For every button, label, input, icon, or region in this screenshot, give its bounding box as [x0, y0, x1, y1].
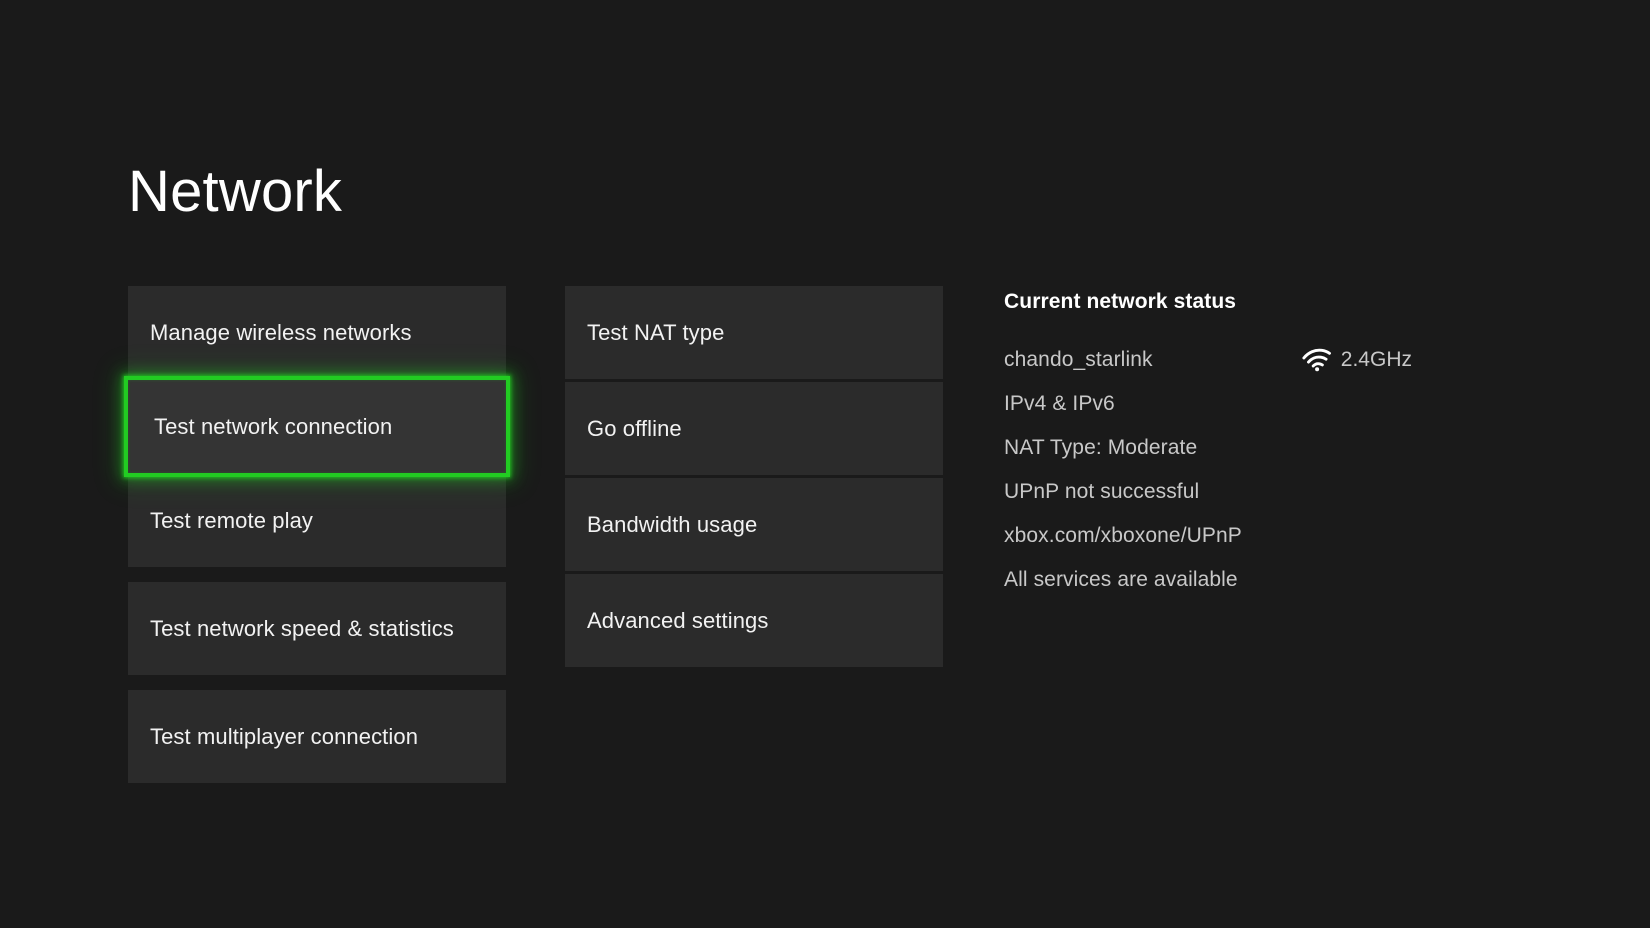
wifi-band-label: 2.4GHz: [1341, 348, 1412, 372]
wifi-band-block: 2.4GHz: [1302, 348, 1424, 372]
status-row-services: All services are available: [1004, 558, 1424, 602]
status-row-network-name: chando_starlink 2.4GHz: [1004, 338, 1424, 382]
menu-item-label: Go offline: [587, 416, 682, 442]
menu-group-divider: [128, 676, 506, 690]
menu-item-label: Test NAT type: [587, 320, 724, 346]
status-row-upnp: UPnP not successful: [1004, 470, 1424, 514]
menu-item-test-network-connection[interactable]: Test network connection: [124, 376, 510, 477]
status-row-nat-type: NAT Type: Moderate: [1004, 426, 1424, 470]
menu-item-label: Test network speed & statistics: [150, 616, 454, 642]
menu-item-test-remote-play[interactable]: Test remote play: [128, 474, 506, 567]
status-row-ip-version: IPv4 & IPv6: [1004, 382, 1424, 426]
status-line: NAT Type: Moderate: [1004, 436, 1197, 460]
menu-item-label: Bandwidth usage: [587, 512, 757, 538]
status-line: UPnP not successful: [1004, 480, 1199, 504]
menu-item-go-offline[interactable]: Go offline: [565, 382, 943, 475]
page-title: Network: [128, 160, 342, 224]
menu-item-bandwidth-usage[interactable]: Bandwidth usage: [565, 478, 943, 571]
menu-column-primary: Manage wireless networks Test network co…: [128, 286, 506, 784]
menu-group-divider: [128, 568, 506, 582]
wifi-icon: [1302, 348, 1332, 372]
network-name: chando_starlink: [1004, 348, 1153, 372]
status-panel-heading: Current network status: [1004, 290, 1424, 314]
menu-item-test-nat-type[interactable]: Test NAT type: [565, 286, 943, 379]
status-line: xbox.com/xboxone/UPnP: [1004, 524, 1242, 548]
menu-item-label: Test network connection: [154, 414, 392, 440]
menu-item-test-multiplayer-connection[interactable]: Test multiplayer connection: [128, 690, 506, 783]
network-settings-screen: Network Manage wireless networks Test ne…: [0, 0, 1650, 928]
menu-item-label: Test remote play: [150, 508, 313, 534]
status-line: All services are available: [1004, 568, 1238, 592]
menu-item-label: Advanced settings: [587, 608, 768, 634]
menu-column-secondary: Test NAT type Go offline Bandwidth usage…: [565, 286, 943, 668]
current-network-status-panel: Current network status chando_starlink 2…: [1004, 290, 1424, 602]
menu-item-manage-wireless-networks[interactable]: Manage wireless networks: [128, 286, 506, 379]
status-row-upnp-help-link: xbox.com/xboxone/UPnP: [1004, 514, 1424, 558]
status-line: IPv4 & IPv6: [1004, 392, 1115, 416]
menu-item-test-network-speed-statistics[interactable]: Test network speed & statistics: [128, 582, 506, 675]
menu-item-label: Manage wireless networks: [150, 320, 412, 346]
menu-item-advanced-settings[interactable]: Advanced settings: [565, 574, 943, 667]
menu-item-label: Test multiplayer connection: [150, 724, 418, 750]
